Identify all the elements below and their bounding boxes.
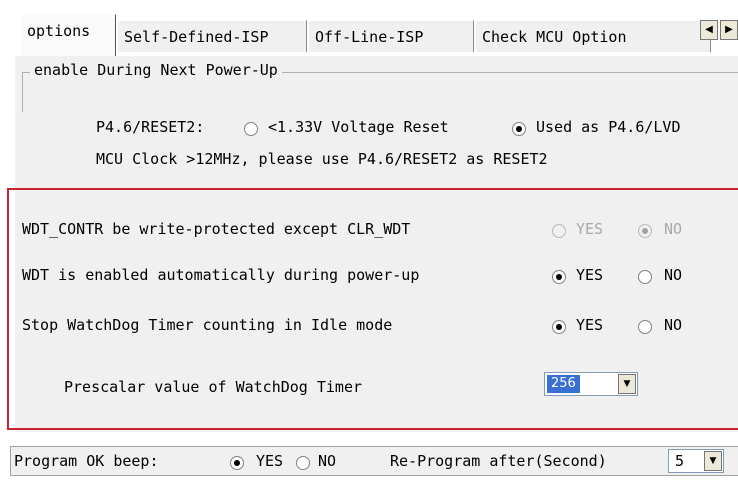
wdt-protect-no-label[interactable]: NO: [664, 220, 682, 238]
tab-self-defined-isp-label: Self-Defined-ISP: [124, 28, 269, 46]
wdt-protect-label: WDT_CONTR be write-protected except CLR_…: [22, 220, 411, 238]
wdt-protect-no-radio[interactable]: [638, 220, 654, 242]
tab-off-line-isp[interactable]: Off-Line-ISP: [308, 20, 474, 52]
wdt-idle-stop-no-label[interactable]: NO: [664, 316, 682, 334]
reset-label: P4.6/RESET2:: [96, 118, 205, 136]
wdt-protect-yes-label[interactable]: YES: [576, 220, 603, 238]
reset-option1-label[interactable]: <1.33V Voltage Reset: [268, 118, 449, 136]
wdt-protect-yes-radio[interactable]: [552, 220, 568, 242]
beep-yes-radio[interactable]: [230, 452, 246, 474]
reset-option2-radio-dot: [512, 122, 526, 136]
tab-self-defined-isp[interactable]: Self-Defined-ISP: [117, 20, 307, 52]
beep-no-radio-dot: [296, 456, 310, 470]
tab-check-mcu-option-label: Check MCU Option: [482, 28, 627, 46]
reset-note: MCU Clock >12MHz, please use P4.6/RESET2…: [96, 150, 548, 168]
wdt-idle-stop-no-radio[interactable]: [638, 316, 654, 338]
wdt-protect-yes-radio-dot: [552, 224, 566, 238]
tab-strip: options Self-Defined-ISP Off-Line-ISP Ch…: [0, 0, 738, 60]
tab-check-mcu-option[interactable]: Check MCU Option: [475, 20, 711, 52]
wdt-prescalar-label: Prescalar value of WatchDog Timer: [64, 378, 363, 396]
beep-no-radio[interactable]: [296, 452, 312, 474]
tab-scroll-left-icon[interactable]: ◀: [700, 20, 718, 40]
reprogram-value: 5: [675, 452, 685, 470]
tab-options[interactable]: options: [20, 14, 116, 56]
wdt-prescalar-value: 256: [547, 375, 580, 393]
wdt-auto-enable-yes-label[interactable]: YES: [576, 266, 603, 284]
tab-scroll-right-icon[interactable]: ▶: [720, 20, 738, 40]
wdt-prescalar-select[interactable]: 256 ▼: [544, 372, 638, 396]
reset-option2-label[interactable]: Used as P4.6/LVD: [536, 118, 681, 136]
chevron-down-icon[interactable]: ▼: [618, 374, 636, 394]
wdt-auto-enable-no-label[interactable]: NO: [664, 266, 682, 284]
reset-option1-radio-dot: [244, 122, 258, 136]
wdt-idle-stop-no-radio-dot: [638, 320, 652, 334]
wdt-idle-stop-yes-label[interactable]: YES: [576, 316, 603, 334]
tab-options-label: options: [27, 22, 91, 40]
wdt-auto-enable-yes-radio[interactable]: [552, 266, 568, 288]
beep-no-label[interactable]: NO: [318, 452, 336, 470]
tab-off-line-isp-label: Off-Line-ISP: [315, 28, 424, 46]
beep-label: Program OK beep:: [14, 452, 159, 470]
wdt-protect-no-radio-dot: [638, 224, 652, 238]
reset-option2-radio[interactable]: [512, 118, 528, 140]
wdt-idle-stop-yes-radio[interactable]: [552, 316, 568, 338]
group-border-left: [22, 72, 23, 112]
wdt-auto-enable-label: WDT is enabled automatically during powe…: [22, 266, 420, 284]
beep-yes-label[interactable]: YES: [256, 452, 283, 470]
reprogram-select[interactable]: 5 ▼: [668, 449, 724, 473]
chevron-down-icon[interactable]: ▼: [704, 451, 722, 471]
beep-yes-radio-dot: [230, 456, 244, 470]
wdt-idle-stop-yes-radio-dot: [552, 320, 566, 334]
wdt-auto-enable-no-radio[interactable]: [638, 266, 654, 288]
reprogram-label: Re-Program after(Second): [390, 452, 607, 470]
wdt-auto-enable-yes-radio-dot: [552, 270, 566, 284]
reset-option1-radio[interactable]: [244, 118, 260, 140]
wdt-idle-stop-label: Stop WatchDog Timer counting in Idle mod…: [22, 316, 393, 334]
group-label: enable During Next Power-Up: [30, 61, 282, 79]
wdt-auto-enable-no-radio-dot: [638, 270, 652, 284]
